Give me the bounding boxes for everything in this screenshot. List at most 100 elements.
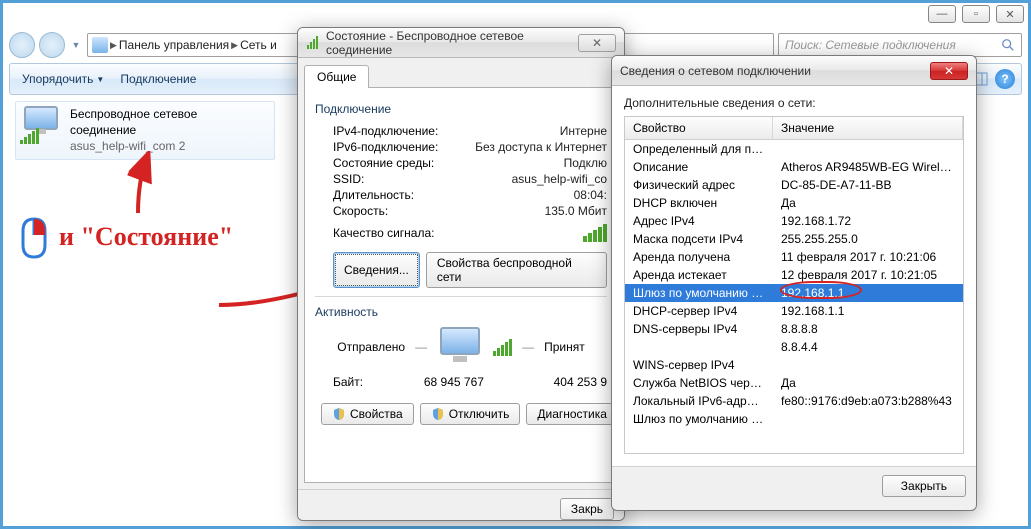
bytes-row: Байт: 68 945 767 404 253 9 xyxy=(333,375,607,389)
status-dialog: Состояние - Беспроводное сетевое соедине… xyxy=(297,27,625,521)
monitor-icon xyxy=(437,327,483,367)
connect-menu[interactable]: Подключение xyxy=(114,70,202,88)
kv-row: IPv4-подключение:Интерне xyxy=(333,124,607,138)
cell-property: DHCP включен xyxy=(625,195,773,211)
col-value[interactable]: Значение xyxy=(773,117,963,139)
annotation: и "Состояние" xyxy=(17,215,233,259)
table-row[interactable]: Определенный для по... xyxy=(625,140,963,158)
table-row[interactable]: Шлюз по умолчанию IP... xyxy=(625,410,963,428)
maximize-button[interactable]: ▫ xyxy=(962,5,990,23)
organize-menu[interactable]: Упорядочить▼ xyxy=(16,70,110,88)
details-dialog: Сведения о сетевом подключении ✕ Дополни… xyxy=(611,55,977,511)
diagnose-button[interactable]: Диагностика xyxy=(526,403,618,425)
table-row[interactable]: Аренда получена11 февраля 2017 г. 10:21:… xyxy=(625,248,963,266)
cell-property: Шлюз по умолчанию IP... xyxy=(625,411,773,427)
table-row[interactable]: Адрес IPv4192.168.1.72 xyxy=(625,212,963,230)
tab-body: Подключение IPv4-подключение:Интерне IPv… xyxy=(304,87,618,483)
details-body: Дополнительные сведения о сети: Свойство… xyxy=(612,86,976,466)
close-button[interactable]: ✕ xyxy=(930,62,968,80)
close-button[interactable]: Закрь xyxy=(560,498,614,520)
cell-value: fe80::9176:d9eb:a073:b288%43 xyxy=(773,393,963,409)
table-row[interactable]: Маска подсети IPv4255.255.255.0 xyxy=(625,230,963,248)
table-rows: Определенный для по...ОписаниеAtheros AR… xyxy=(625,140,963,428)
tab-strip: Общие xyxy=(298,58,624,87)
cell-property: Служба NetBIOS чере... xyxy=(625,375,773,391)
cell-value: Да xyxy=(773,195,963,211)
close-button[interactable]: ✕ xyxy=(996,5,1024,23)
table-row[interactable]: Служба NetBIOS чере...Да xyxy=(625,374,963,392)
cell-property: WINS-сервер IPv4 xyxy=(625,357,773,373)
cell-property: Шлюз по умолчанию IP... xyxy=(625,285,773,301)
connection-name: соединение xyxy=(70,122,197,138)
details-heading: Дополнительные сведения о сети: xyxy=(624,96,964,110)
cell-property: Локальный IPv6-адрес... xyxy=(625,393,773,409)
signal-icon xyxy=(493,339,512,356)
dialog-title: Состояние - Беспроводное сетевое соедине… xyxy=(326,29,572,57)
kv-row: IPv6-подключение:Без доступа к Интернет xyxy=(333,140,607,154)
table-row[interactable]: Шлюз по умолчанию IP...192.168.1.1 xyxy=(625,284,963,302)
mouse-icon xyxy=(17,215,51,259)
status-kv-list: IPv4-подключение:Интерне IPv6-подключени… xyxy=(315,124,607,218)
dialog-footer: Закрыть xyxy=(612,466,976,505)
properties-button[interactable]: Свойства xyxy=(321,403,414,425)
cell-value xyxy=(773,357,963,373)
cell-value: Да xyxy=(773,375,963,391)
dialog-titlebar[interactable]: Состояние - Беспроводное сетевое соедине… xyxy=(298,28,624,58)
cell-value: 11 февраля 2017 г. 10:21:06 xyxy=(773,249,963,265)
dialog-footer: Закрь xyxy=(298,489,624,521)
cell-value: 8.8.8.8 xyxy=(773,321,963,337)
cell-property: DHCP-сервер IPv4 xyxy=(625,303,773,319)
cell-value: 192.168.1.1 xyxy=(773,303,963,319)
col-property[interactable]: Свойство xyxy=(625,117,773,139)
signal-icon xyxy=(306,36,320,50)
cell-property: DNS-серверы IPv4 xyxy=(625,321,773,337)
table-row[interactable]: Физический адресDC-85-DE-A7-11-BB xyxy=(625,176,963,194)
forward-button[interactable] xyxy=(39,32,65,58)
shield-icon xyxy=(332,407,346,421)
close-button[interactable]: ✕ xyxy=(578,34,616,52)
table-row[interactable]: WINS-сервер IPv4 xyxy=(625,356,963,374)
history-dropdown[interactable]: ▼ xyxy=(69,34,83,56)
signal-row: Качество сигнала: xyxy=(333,224,607,242)
back-button[interactable] xyxy=(9,32,35,58)
cell-value: 12 февраля 2017 г. 10:21:05 xyxy=(773,267,963,283)
table-row[interactable]: 8.8.4.4 xyxy=(625,338,963,356)
cell-property: Описание xyxy=(625,159,773,175)
table-row[interactable]: Локальный IPv6-адрес...fe80::9176:d9eb:a… xyxy=(625,392,963,410)
dialog-title: Сведения о сетевом подключении xyxy=(620,64,924,78)
table-row[interactable]: Аренда истекает12 февраля 2017 г. 10:21:… xyxy=(625,266,963,284)
table-row[interactable]: DHCP включенДа xyxy=(625,194,963,212)
signal-bars-icon xyxy=(583,224,607,242)
breadcrumb-segment[interactable]: Панель управления xyxy=(119,38,229,52)
cell-property: Аренда получена xyxy=(625,249,773,265)
breadcrumb-segment[interactable]: Сеть и xyxy=(240,38,277,52)
cell-property: Аренда истекает xyxy=(625,267,773,283)
bytes-sent: 68 945 767 xyxy=(403,375,484,389)
annotation-text: и "Состояние" xyxy=(59,222,233,252)
disable-button[interactable]: Отключить xyxy=(420,403,521,425)
annotation-arrow xyxy=(123,151,163,221)
details-button[interactable]: Сведения... xyxy=(333,252,420,288)
cell-value: 255.255.255.0 xyxy=(773,231,963,247)
wireless-props-button[interactable]: Свойства беспроводной сети xyxy=(426,252,607,288)
divider xyxy=(315,296,607,297)
dialog-titlebar[interactable]: Сведения о сетевом подключении ✕ xyxy=(612,56,976,86)
table-row[interactable]: DHCP-сервер IPv4192.168.1.1 xyxy=(625,302,963,320)
tab-general[interactable]: Общие xyxy=(304,65,369,88)
cell-value xyxy=(773,141,963,157)
cell-value: 192.168.1.72 xyxy=(773,213,963,229)
search-input[interactable]: Поиск: Сетевые подключения xyxy=(778,33,1022,57)
kv-row: Длительность:08:04: xyxy=(333,188,607,202)
cell-value: DC-85-DE-A7-11-BB xyxy=(773,177,963,193)
close-button[interactable]: Закрыть xyxy=(882,475,966,497)
bytes-recv: 404 253 9 xyxy=(526,375,607,389)
table-row[interactable]: DNS-серверы IPv48.8.8.8 xyxy=(625,320,963,338)
recv-label: Принят xyxy=(544,340,585,354)
table-header[interactable]: Свойство Значение xyxy=(625,117,963,140)
minimize-button[interactable]: — xyxy=(928,5,956,23)
table-row[interactable]: ОписаниеAtheros AR9485WB-EG Wireless Net xyxy=(625,158,963,176)
help-icon[interactable]: ? xyxy=(995,69,1015,89)
cell-value: 192.168.1.1 xyxy=(773,285,963,301)
group-connection: Подключение xyxy=(315,102,607,116)
kv-row: Скорость:135.0 Мбит xyxy=(333,204,607,218)
